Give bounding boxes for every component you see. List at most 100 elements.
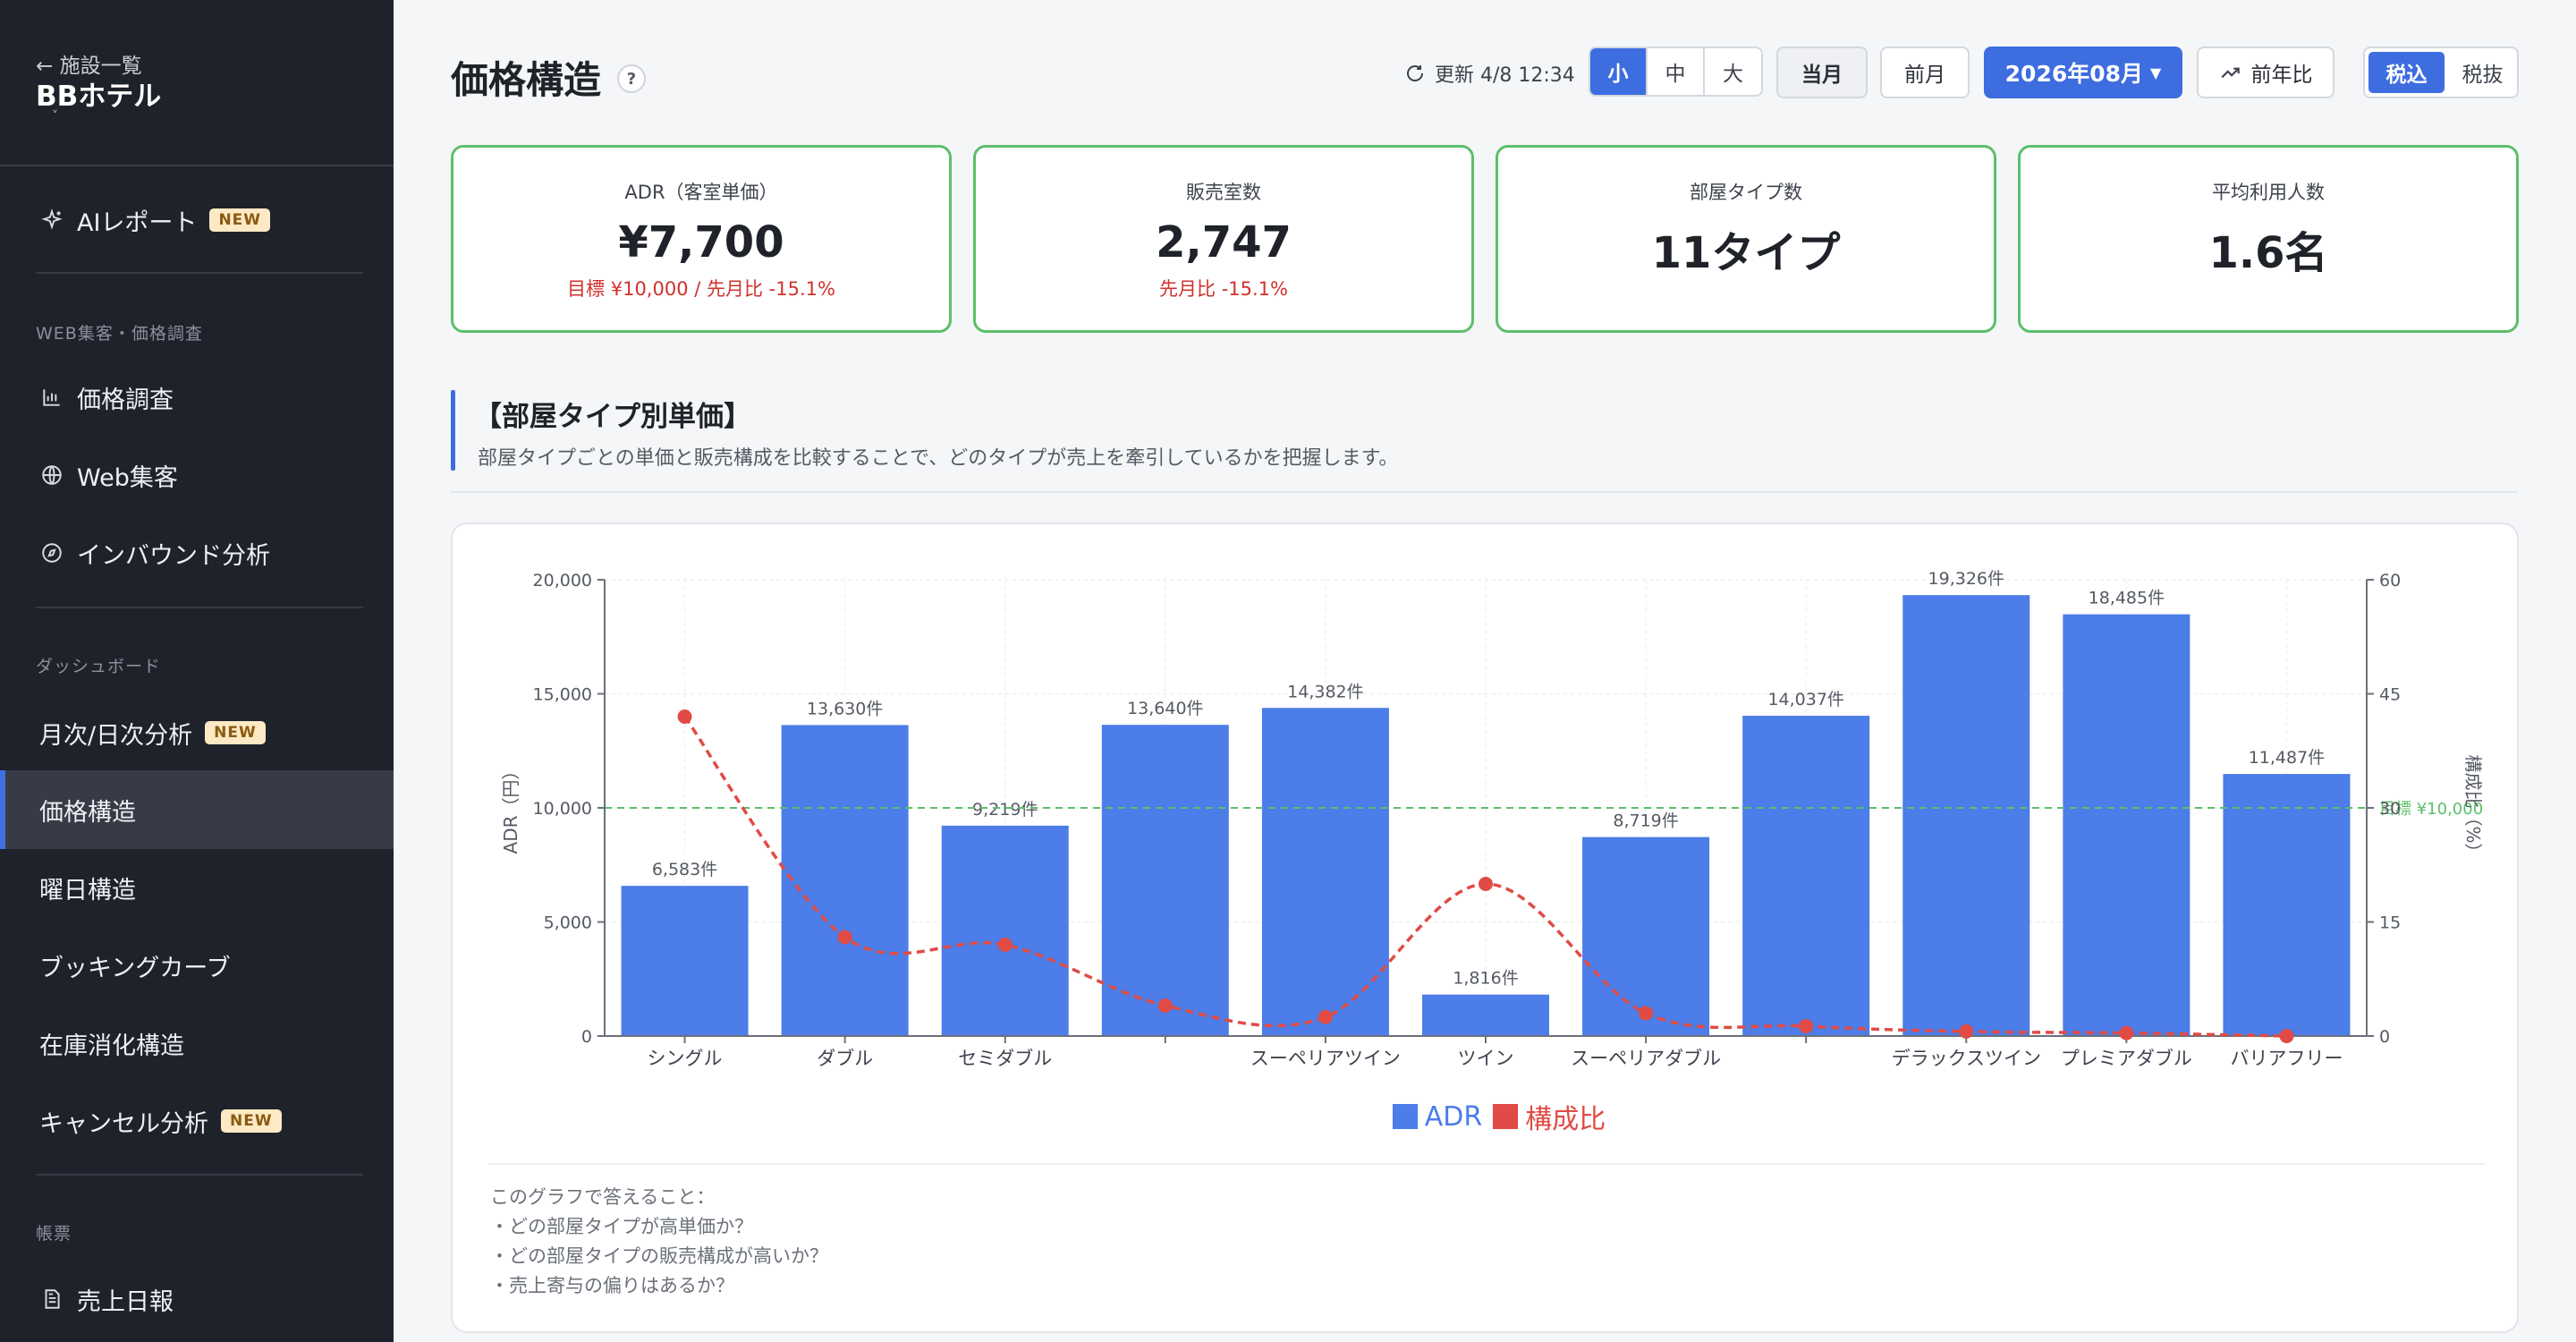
divider bbox=[488, 1163, 2485, 1165]
size-medium-button[interactable]: 中 bbox=[1648, 48, 1705, 95]
size-small-button[interactable]: 小 bbox=[1590, 48, 1648, 95]
bar-data-label: 13,630件 bbox=[807, 699, 883, 718]
sidebar-item-booking-curve[interactable]: ブッキングカーブ bbox=[0, 926, 394, 1005]
section-label-dashboard: ダッシュボード bbox=[36, 657, 162, 676]
kpi-label: 販売室数 bbox=[1186, 182, 1261, 203]
y-tick-label-right: 45 bbox=[2379, 685, 2401, 705]
bar-data-label: 8,719件 bbox=[1613, 811, 1678, 831]
sidebar-item-label: 月次/日次分析 bbox=[39, 721, 193, 750]
month-select[interactable]: 2026年08月 ▼ bbox=[1984, 47, 2182, 98]
sparkle-icon bbox=[39, 208, 64, 233]
sidebar-item-weekday-structure[interactable]: 曜日構造 bbox=[0, 848, 394, 927]
sidebar-item-monthly-daily[interactable]: 月次/日次分析 NEW bbox=[0, 693, 394, 772]
updated-time: 更新 4/8 12:34 bbox=[1435, 64, 1575, 87]
chart-bar bbox=[1422, 994, 1549, 1036]
divider bbox=[0, 165, 394, 166]
bar-data-label: 14,382件 bbox=[1287, 682, 1363, 701]
kpi-card-rooms-sold: 販売室数 2,747 先月比 -15.1% bbox=[973, 145, 1474, 333]
section-label-web: WEB集客・価格調査 bbox=[36, 324, 203, 344]
sidebar-item-label: キャンセル分析 bbox=[39, 1109, 208, 1138]
notes-heading: このグラフで答えること： bbox=[490, 1186, 716, 1208]
chart-card: 6,583件 13,630件 9,219件 13,640件 14,382件 1,816件 8… bbox=[451, 522, 2519, 1333]
chart-bar bbox=[1902, 595, 2030, 1036]
divider bbox=[36, 272, 363, 274]
legend-item-share[interactable]: 構成比 bbox=[1493, 1097, 1606, 1136]
chevron-down-icon[interactable]: ˅ bbox=[52, 109, 58, 123]
size-large-button[interactable]: 大 bbox=[1705, 48, 1761, 95]
section-description: 部屋タイプごとの単価と販売構成を比較することで、どのタイプが売上を牽引しているか… bbox=[478, 447, 1399, 470]
share-point bbox=[2279, 1029, 2294, 1043]
chart-bar bbox=[1261, 708, 1389, 1036]
chart-bar bbox=[621, 886, 749, 1036]
kpi-value: ¥7,700 bbox=[618, 217, 784, 268]
legend-item-adr[interactable]: ADR bbox=[1392, 1100, 1483, 1133]
sidebar-item-label: Web集客 bbox=[77, 463, 178, 492]
legend-swatch bbox=[1392, 1104, 1418, 1129]
this-month-button[interactable]: 当月 bbox=[1776, 47, 1868, 98]
new-badge: NEW bbox=[205, 721, 266, 744]
sidebar-item-label: 価格調査 bbox=[77, 386, 174, 414]
x-tick-label: スーペリアツイン bbox=[1250, 1048, 1401, 1069]
y-tick-label: 15,000 bbox=[533, 685, 592, 705]
tax-excluded-button[interactable]: 税抜 bbox=[2448, 48, 2517, 97]
chart-bar bbox=[2063, 614, 2190, 1036]
y-tick-label-right: 60 bbox=[2379, 571, 2401, 590]
notes-question: ・どの部屋タイプが高単価か？ bbox=[490, 1216, 753, 1237]
sidebar-item-daily-sales[interactable]: 売上日報 bbox=[0, 1260, 394, 1338]
y-tick-label-right: 30 bbox=[2379, 799, 2401, 819]
kpi-value: 2,747 bbox=[1156, 217, 1292, 268]
y-tick-label: 5,000 bbox=[544, 913, 592, 933]
kpi-card-room-types: 部屋タイプ数 11タイプ bbox=[1496, 145, 1996, 333]
tax-included-button[interactable]: 税込 bbox=[2368, 52, 2445, 93]
y-axis-title: ADR（円） bbox=[500, 762, 521, 854]
kpi-card-adr: ADR（客室単価） ¥7,700 目標 ¥10,000 / 先月比 -15.1% bbox=[451, 145, 952, 333]
new-badge: NEW bbox=[221, 1109, 282, 1133]
sidebar-item-label: AIレポート bbox=[77, 208, 198, 237]
share-point bbox=[1479, 877, 1493, 891]
sidebar-item-price-structure[interactable]: 価格構造 bbox=[0, 770, 394, 849]
y-axis-title-right: 構成比（%） bbox=[2462, 754, 2484, 861]
chart-bar bbox=[1101, 725, 1229, 1036]
kpi-value: 1.6名 bbox=[2208, 228, 2328, 278]
refresh-status[interactable]: 更新 4/8 12:34 bbox=[1404, 59, 1575, 88]
sidebar-item-label: インバウンド分析 bbox=[77, 541, 270, 570]
bar-data-label: 11,487件 bbox=[2249, 748, 2325, 768]
share-point bbox=[2119, 1025, 2134, 1040]
sidebar-item-web-marketing[interactable]: Web集客 bbox=[0, 436, 394, 514]
sidebar-item-cancel[interactable]: キャンセル分析 NEW bbox=[0, 1082, 394, 1160]
kpi-label: 平均利用人数 bbox=[2212, 182, 2325, 203]
help-icon[interactable]: ? bbox=[617, 64, 646, 93]
prev-month-button[interactable]: 前月 bbox=[1880, 47, 1970, 98]
chart-bar bbox=[941, 825, 1069, 1036]
sidebar-item-inventory[interactable]: 在庫消化構造 bbox=[0, 1004, 394, 1083]
chart-bar bbox=[2223, 774, 2351, 1036]
kpi-sub: 目標 ¥10,000 / 先月比 -15.1% bbox=[567, 278, 835, 300]
trend-up-icon bbox=[2220, 67, 2240, 79]
yoy-button[interactable]: 前年比 bbox=[2197, 47, 2334, 98]
caret-down-icon: ▼ bbox=[2150, 64, 2162, 81]
sidebar-item-label: 在庫消化構造 bbox=[39, 1032, 184, 1060]
sidebar-item-label: ブッキングカーブ bbox=[39, 954, 231, 982]
y-tick-label-right: 0 bbox=[2379, 1027, 2390, 1047]
divider bbox=[36, 607, 363, 608]
x-tick-label: セミダブル bbox=[958, 1048, 1052, 1069]
room-type-adr-chart[interactable]: 6,583件 13,630件 9,219件 13,640件 14,382件 1,816件 8… bbox=[453, 524, 2521, 1097]
sidebar-item-inbound[interactable]: インバウンド分析 bbox=[0, 514, 394, 592]
refresh-icon bbox=[1407, 65, 1424, 81]
bar-chart-icon bbox=[39, 385, 64, 410]
sidebar-item-label: 価格構造 bbox=[39, 798, 136, 827]
bar-data-label: 6,583件 bbox=[652, 860, 717, 879]
new-badge: NEW bbox=[209, 208, 271, 232]
x-tick-label: デラックスツイン bbox=[1892, 1048, 2041, 1069]
section-accent-bar bbox=[451, 390, 455, 471]
bar-data-label: 19,326件 bbox=[1928, 569, 2004, 589]
month-select-value: 2026年08月 bbox=[2004, 61, 2144, 87]
yoy-label: 前年比 bbox=[2250, 64, 2313, 87]
chart-size-toggle: 小 中 大 bbox=[1589, 47, 1763, 97]
sidebar-item-price-survey[interactable]: 価格調査 bbox=[0, 358, 394, 437]
hotel-name[interactable]: BBホテル bbox=[36, 73, 161, 114]
sidebar-item-ai-report[interactable]: AIレポート NEW bbox=[0, 181, 394, 259]
legend-label: ADR bbox=[1424, 1100, 1483, 1133]
y-tick-label: 0 bbox=[581, 1027, 592, 1047]
legend-label: 構成比 bbox=[1525, 1104, 1606, 1135]
